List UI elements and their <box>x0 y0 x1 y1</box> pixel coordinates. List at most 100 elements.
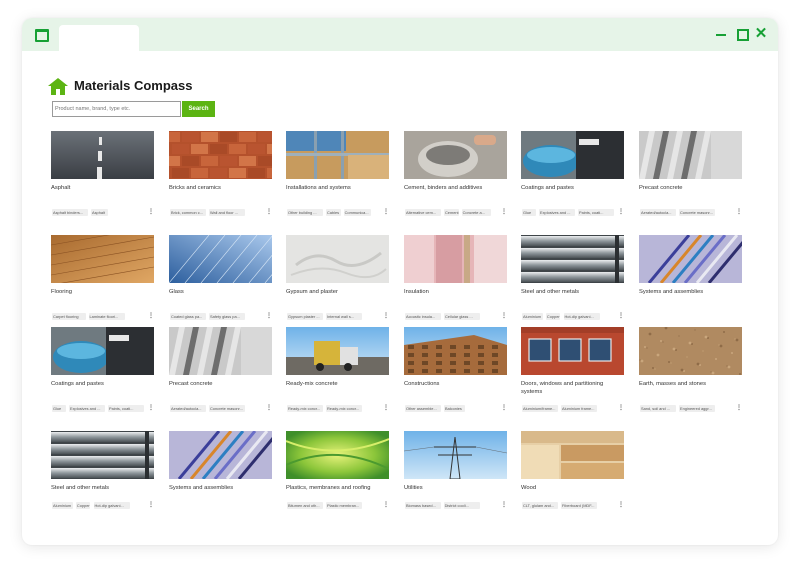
tag-chip[interactable]: Cables <box>326 209 341 216</box>
tag-chip[interactable]: Hot-dip galvani... <box>563 313 600 320</box>
more-tags-icon[interactable]: ⋮ <box>148 313 154 319</box>
tag-chip[interactable]: Aluminium/frame... <box>522 405 558 412</box>
category-label[interactable]: Precast concrete <box>169 380 272 388</box>
category-label[interactable]: Insulation <box>404 288 507 296</box>
tag-chip[interactable]: Communica... <box>343 209 371 216</box>
browser-tab[interactable] <box>59 25 139 51</box>
tag-chip[interactable]: Aluminium <box>52 502 73 509</box>
windows-image[interactable] <box>521 327 624 375</box>
tag-chip[interactable]: District cooli... <box>443 502 480 509</box>
tag-chip[interactable]: Engineered aggr... <box>679 405 715 412</box>
plastics-image[interactable] <box>286 431 389 479</box>
more-tags-icon[interactable]: ⋮ <box>148 405 154 411</box>
tag-chip[interactable]: Paints, coati... <box>578 209 614 216</box>
category-label[interactable]: Glass <box>169 288 272 296</box>
steel-pipes-image[interactable] <box>521 235 624 283</box>
tag-chip[interactable]: Coated glass pa... <box>170 313 206 320</box>
tag-chip[interactable]: Glue <box>522 209 536 216</box>
precast-concrete-image[interactable] <box>639 131 742 179</box>
steel-pipes-image[interactable] <box>51 431 154 479</box>
tag-chip[interactable]: Explosives and ... <box>69 405 105 412</box>
minimize-button[interactable] <box>715 26 729 42</box>
tag-chip[interactable]: Copper <box>75 502 91 509</box>
tag-chip[interactable]: Wall and floor ... <box>209 209 245 216</box>
tag-chip[interactable]: Aluminium <box>522 313 543 320</box>
cement-image[interactable] <box>404 131 507 179</box>
more-tags-icon[interactable]: ⋮ <box>383 502 389 508</box>
more-tags-icon[interactable]: ⋮ <box>148 209 154 215</box>
tag-chip[interactable]: Laminate floori... <box>88 313 125 320</box>
tag-chip[interactable]: Cellular glass ... <box>444 313 480 320</box>
category-label[interactable]: Wood <box>521 484 624 492</box>
construction-image[interactable] <box>404 327 507 375</box>
tag-chip[interactable]: Brick, common c... <box>170 209 206 216</box>
tag-chip[interactable]: Copper <box>545 313 561 320</box>
cables-image[interactable] <box>169 431 272 479</box>
installations-image[interactable] <box>286 131 389 179</box>
asphalt-image[interactable] <box>51 131 154 179</box>
tag-chip[interactable]: Safety glass pa... <box>209 313 245 320</box>
category-label[interactable]: Ready-mix concrete <box>286 380 389 388</box>
tag-chip[interactable]: Other assemble... <box>405 405 441 412</box>
paint-can-image[interactable] <box>521 131 624 179</box>
category-label[interactable]: Asphalt <box>51 184 154 192</box>
category-label[interactable]: Coatings and pastes <box>51 380 154 388</box>
category-label[interactable]: Flooring <box>51 288 154 296</box>
tag-chip[interactable]: Biomass based... <box>405 502 441 509</box>
glass-facade-image[interactable] <box>169 235 272 283</box>
tag-chip[interactable]: Concrete a... <box>461 209 491 216</box>
more-tags-icon[interactable]: ⋮ <box>736 405 742 411</box>
category-label[interactable]: Gypsum and plaster <box>286 288 389 296</box>
maximize-button[interactable] <box>736 26 750 42</box>
search-input[interactable] <box>52 101 181 117</box>
more-tags-icon[interactable]: ⋮ <box>501 405 507 411</box>
tag-chip[interactable]: Aerated/autocla... <box>170 405 206 412</box>
category-label[interactable]: Coatings and pastes <box>521 184 624 192</box>
tag-chip[interactable]: Explosives and ... <box>539 209 575 216</box>
earth-image[interactable] <box>639 327 742 375</box>
tag-chip[interactable]: Other building ... <box>287 209 323 216</box>
category-label[interactable]: Precast concrete <box>639 184 742 192</box>
plaster-image[interactable] <box>286 235 389 283</box>
tag-chip[interactable]: Plastic membran... <box>326 502 362 509</box>
tag-chip[interactable]: Asphalt binders... <box>52 209 88 216</box>
paint-can-image[interactable] <box>51 327 154 375</box>
insulation-image[interactable] <box>404 235 507 283</box>
tag-chip[interactable]: Hot-dip galvani... <box>93 502 130 509</box>
more-tags-icon[interactable]: ⋮ <box>266 209 272 215</box>
more-tags-icon[interactable]: ⋮ <box>618 502 624 508</box>
more-tags-icon[interactable]: ⋮ <box>618 405 624 411</box>
cables-image[interactable] <box>639 235 742 283</box>
more-tags-icon[interactable]: ⋮ <box>501 313 507 319</box>
more-tags-icon[interactable]: ⋮ <box>266 405 272 411</box>
home-icon[interactable] <box>48 78 68 95</box>
category-label[interactable]: Cement, binders and additives <box>404 184 507 192</box>
tag-chip[interactable]: Ready-mix concr... <box>287 405 323 412</box>
more-tags-icon[interactable]: ⋮ <box>618 209 624 215</box>
more-tags-icon[interactable]: ⋮ <box>266 313 272 319</box>
more-tags-icon[interactable]: ⋮ <box>148 502 154 508</box>
tag-chip[interactable]: Carpet flooring <box>52 313 86 320</box>
category-label[interactable]: Steel and other metals <box>51 484 154 492</box>
tag-chip[interactable]: Paints, coati... <box>108 405 144 412</box>
tag-chip[interactable]: Concrete masonr... <box>679 209 715 216</box>
tag-chip[interactable]: CLT, glulam and... <box>522 502 558 509</box>
close-button[interactable]: ✕ <box>754 26 768 42</box>
tag-chip[interactable]: Asphalt <box>91 209 108 216</box>
bricks-image[interactable] <box>169 131 272 179</box>
category-label[interactable]: Bricks and ceramics <box>169 184 272 192</box>
tag-chip[interactable]: Sand, soil and ... <box>640 405 676 412</box>
tag-chip[interactable]: Cement <box>444 209 459 216</box>
tag-chip[interactable]: Concrete masonr... <box>209 405 245 412</box>
tag-chip[interactable]: Ready-mix concr... <box>326 405 362 412</box>
category-label[interactable]: Systems and assemblies <box>639 288 742 296</box>
tag-chip[interactable]: Aluminium frame... <box>561 405 597 412</box>
wood-image[interactable] <box>521 431 624 479</box>
tag-chip[interactable]: Balconies <box>444 405 465 412</box>
tag-chip[interactable]: Alternative cem... <box>405 209 441 216</box>
category-label[interactable]: Installations and systems <box>286 184 389 192</box>
tag-chip[interactable]: Fiberboard (MDF... <box>561 502 597 509</box>
tag-chip[interactable]: Bitumen and oth... <box>287 502 323 509</box>
category-label[interactable]: Plastics, membranes and roofing <box>286 484 389 492</box>
more-tags-icon[interactable]: ⋮ <box>501 502 507 508</box>
